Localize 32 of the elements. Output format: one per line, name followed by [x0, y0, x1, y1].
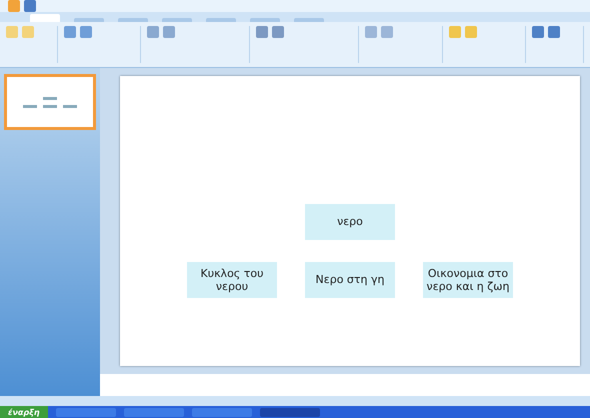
toolbar-icon[interactable] [163, 26, 176, 38]
toolbar-icon[interactable] [64, 26, 76, 38]
save-icon[interactable] [24, 0, 36, 12]
toolbar-icon[interactable] [464, 26, 477, 38]
diagram-shape: νερο [305, 204, 395, 240]
taskbar-button[interactable] [260, 408, 320, 416]
toolbar-icon[interactable] [272, 26, 284, 38]
taskbar-button[interactable] [56, 408, 116, 416]
diagram-shape: Νερο στη γη [305, 262, 395, 298]
toolbar-icon[interactable] [548, 26, 560, 38]
taskbar-button[interactable] [192, 408, 252, 416]
toolbar-icon[interactable] [256, 26, 268, 38]
office-logo-icon[interactable] [8, 0, 20, 12]
slide-thumbnail[interactable] [4, 74, 96, 130]
taskbar-button[interactable] [124, 408, 184, 416]
toolbar-icon[interactable] [147, 26, 160, 38]
ribbon-tab[interactable] [250, 18, 280, 22]
ribbon-tab[interactable] [294, 18, 324, 22]
ribbon-tab[interactable] [162, 18, 192, 22]
toolbar-icon[interactable] [448, 26, 461, 38]
ribbon-tab[interactable] [206, 18, 236, 22]
toolbar-icon[interactable] [381, 26, 394, 38]
diagram-shape: Κυκλος του νερου [187, 262, 277, 298]
toolbar-icon[interactable] [532, 26, 544, 38]
toolbar-icon[interactable] [80, 26, 92, 38]
ribbon-tab[interactable] [30, 14, 60, 22]
ribbon-tab[interactable] [74, 18, 104, 22]
diagram-shape: Οικονομια στο νερο και η ζωη [423, 262, 513, 298]
start-button[interactable]: έναρξη [0, 406, 48, 418]
toolbar-icon[interactable] [365, 26, 378, 38]
ribbon-tab[interactable] [118, 18, 148, 22]
notes-pane[interactable] [100, 374, 590, 396]
